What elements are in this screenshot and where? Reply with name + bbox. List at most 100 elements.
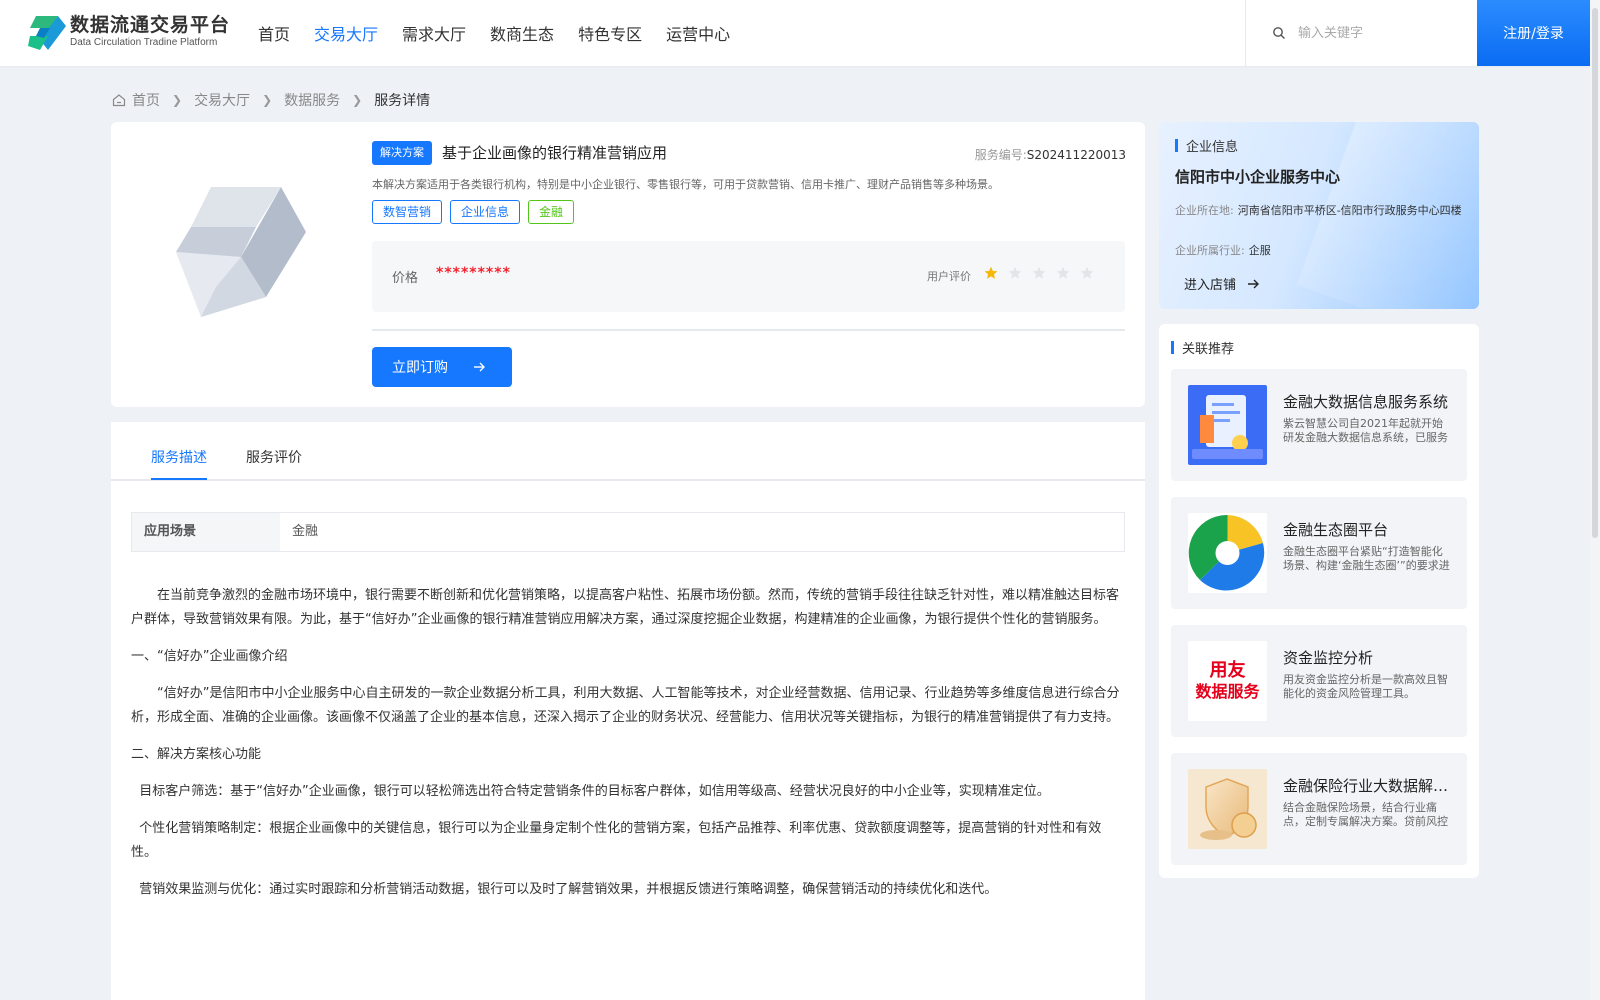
related-title: 金融生态圈平台 (1283, 521, 1389, 539)
company-location: 河南省信阳市平桥区-信阳市行政服务中心四楼 (1237, 204, 1462, 217)
related-thumbnail (1188, 385, 1267, 465)
related-title: 金融保险行业大数据解决方案 (1283, 777, 1453, 795)
price-label: 价格 (392, 271, 419, 286)
star-empty-icon[interactable] (1032, 266, 1046, 280)
order-now-button[interactable]: 立即订购 (372, 347, 512, 387)
related-title: 资金监控分析 (1283, 649, 1374, 667)
breadcrumb-trading-hall[interactable]: 交易大厅 (194, 90, 250, 110)
platform-logo[interactable]: 数据流通交易平台 Data Circulation Tradine Platfo… (28, 12, 230, 52)
ecosystem-logo-icon (1188, 514, 1265, 591)
search-icon[interactable] (1272, 26, 1286, 40)
article-heading: 一、“信好办”企业画像介绍 (131, 649, 288, 664)
related-item[interactable]: 用友 数据服务 资金监控分析 用友资金监控分析是一款高效且智能化的资金风险管理工… (1171, 625, 1467, 737)
breadcrumb-data-service[interactable]: 数据服务 (284, 90, 340, 110)
company-section-head: 企业信息 (1175, 136, 1238, 155)
related-description: 用友资金监控分析是一款高效且智能化的资金风险管理工具。 (1283, 673, 1448, 700)
logo-subtitle: Data Circulation Tradine Platform (70, 37, 218, 48)
search-input[interactable] (1298, 25, 1468, 41)
star-empty-icon[interactable] (1008, 266, 1022, 280)
service-id: 服务编号:S202411220013 (975, 146, 1126, 163)
related-title: 金融大数据信息服务系统 (1283, 393, 1449, 411)
order-now-label: 立即订购 (392, 360, 448, 376)
product-title: 基于企业画像的银行精准营销应用 (442, 144, 668, 162)
company-industry-row: 企业所属行业: 企服 (1175, 244, 1465, 258)
arrow-right-icon (474, 362, 485, 372)
main-nav: 首页 交易大厅 需求大厅 数商生态 特色专区 运营中心 (258, 0, 754, 66)
tag-finance[interactable]: 金融 (528, 200, 575, 224)
tag-digital-marketing[interactable]: 数智营销 (372, 200, 443, 224)
article-paragraph: “信好办”是信阳市中小企业服务中心自主研发的一款企业数据分析工具，利用大数据、人… (131, 686, 1120, 725)
yonyou-logo: 用友 数据服务 (1188, 641, 1267, 721)
scrollbar-thumb[interactable] (1592, 8, 1598, 538)
section-bar (1175, 139, 1178, 152)
insurance-shield-icon (1188, 769, 1267, 849)
article-paragraph: 目标客户筛选：基于“信好办”企业画像，银行可以轻松筛选出符合特定营销条件的目标客… (131, 784, 1050, 799)
tab-service-description[interactable]: 服务描述 (151, 447, 207, 480)
service-id-value: S202411220013 (1026, 148, 1126, 162)
company-location-row: 企业所在地: 河南省信阳市平桥区-信阳市行政服务中心四楼 (1175, 204, 1465, 218)
chevron-right-icon: ❯ (262, 93, 273, 107)
article-paragraph: 个性化营销策略制定：根据企业画像中的关键信息，银行可以为企业量身定制个性化的营销… (131, 821, 1102, 860)
article-body: 在当前竞争激烈的金融市场环境中，银行需要不断创新和优化营销策略，以提高客户粘性、… (131, 584, 1125, 915)
logo-icon (28, 16, 66, 50)
related-description: 紫云智慧公司自2021年起就开始研发金融大数据信息系统，已服务多家金融机构。 (1283, 417, 1448, 444)
enter-store-link[interactable]: 进入店铺 (1184, 274, 1260, 293)
related-section-head: 关联推荐 (1171, 338, 1234, 357)
star-empty-icon[interactable] (1080, 266, 1094, 280)
yonyou-logo-line1: 用友 (1209, 660, 1246, 681)
related-item[interactable]: 金融生态圈平台 金融生态圈平台紧贴“打造智能化场景、构建‘金融生态圈’”的要求进… (1171, 497, 1467, 609)
company-industry: 企服 (1248, 244, 1271, 257)
company-industry-label: 企业所属行业: (1175, 244, 1245, 257)
yonyou-logo-line2: 数据服务 (1195, 682, 1260, 701)
article-paragraph: 营销效果监测与优化：通过实时跟踪和分析营销活动数据，银行可以及时了解营销效果，并… (131, 882, 998, 897)
nav-special-zone[interactable]: 特色专区 (578, 21, 642, 45)
related-thumbnail: 用友 数据服务 (1188, 641, 1267, 721)
nav-demand-hall[interactable]: 需求大厅 (402, 21, 466, 45)
nav-operation-center[interactable]: 运营中心 (666, 21, 730, 45)
service-id-label: 服务编号: (974, 148, 1027, 162)
home-icon (112, 94, 126, 107)
related-item[interactable]: 金融大数据信息服务系统 紫云智慧公司自2021年起就开始研发金融大数据信息系统，… (1171, 369, 1467, 481)
logo-title: 数据流通交易平台 (70, 14, 231, 36)
company-name: 信阳市中小企业服务中心 (1175, 168, 1341, 186)
rating-stars (984, 266, 1104, 280)
related-thumbnail (1188, 769, 1267, 849)
tag-company-info[interactable]: 企业信息 (450, 200, 521, 224)
nav-ecosystem[interactable]: 数商生态 (490, 21, 554, 45)
article-paragraph: 在当前竞争激烈的金融市场环境中，银行需要不断创新和优化营销策略，以提高客户粘性、… (131, 588, 1120, 627)
tab-service-review[interactable]: 服务评价 (246, 447, 302, 478)
scene-table: 应用场景 金融 (131, 512, 1125, 552)
related-section-title: 关联推荐 (1182, 342, 1235, 357)
nav-trading-hall[interactable]: 交易大厅 (314, 21, 378, 45)
breadcrumb-home[interactable]: 首页 (132, 90, 160, 110)
star-empty-icon[interactable] (1056, 266, 1070, 280)
divider (372, 329, 1125, 331)
search-box (1245, 0, 1477, 66)
company-section-title: 企业信息 (1186, 140, 1239, 155)
related-thumbnail (1188, 513, 1267, 593)
chevron-right-icon: ❯ (352, 93, 363, 107)
price-box: 价格 ********* 用户评价 (372, 241, 1125, 312)
top-header: 数据流通交易平台 Data Circulation Tradine Platfo… (0, 0, 1590, 66)
section-bar (1171, 341, 1174, 354)
enter-store-label: 进入店铺 (1184, 278, 1237, 293)
company-location-label: 企业所在地: (1175, 204, 1234, 217)
product-card: 解决方案 基于企业画像的银行精准营销应用 服务编号:S202411220013 … (111, 122, 1145, 407)
product-tags: 数智营销 企业信息 金融 (372, 200, 582, 224)
company-info-card: 企业信息 信阳市中小企业服务中心 企业所在地: 河南省信阳市平桥区-信阳市行政服… (1159, 122, 1479, 309)
arrow-right-icon (1248, 279, 1260, 288)
finance-data-illustration-icon (1188, 385, 1267, 465)
service-description-card: 服务描述 服务评价 应用场景 金融 在当前竞争激烈的金融市场环境中，银行需要不断… (111, 422, 1145, 1000)
breadcrumb-current: 服务详情 (374, 93, 431, 109)
nav-home[interactable]: 首页 (258, 21, 290, 45)
scene-key: 应用场景 (132, 513, 280, 551)
detail-tabs: 服务描述 服务评价 (111, 422, 1145, 481)
star-filled-icon[interactable] (984, 266, 998, 280)
price-value: ********* (436, 265, 511, 281)
product-description: 本解决方案适用于各类银行机构，特别是中小企业银行、零售银行等，可用于贷款营销、信… (372, 178, 999, 191)
related-description: 金融生态圈平台紧贴“打造智能化场景、构建‘金融生态圈’”的要求进行建设。 (1283, 545, 1450, 572)
related-item[interactable]: 金融保险行业大数据解决方案 结合金融保险场景，结合行业痛点，定制专属解决方案。贷… (1171, 753, 1467, 865)
rating-label: 用户评价 (927, 270, 971, 283)
login-register-button[interactable]: 注册/登录 (1477, 0, 1590, 66)
scene-value: 金融 (292, 524, 319, 539)
